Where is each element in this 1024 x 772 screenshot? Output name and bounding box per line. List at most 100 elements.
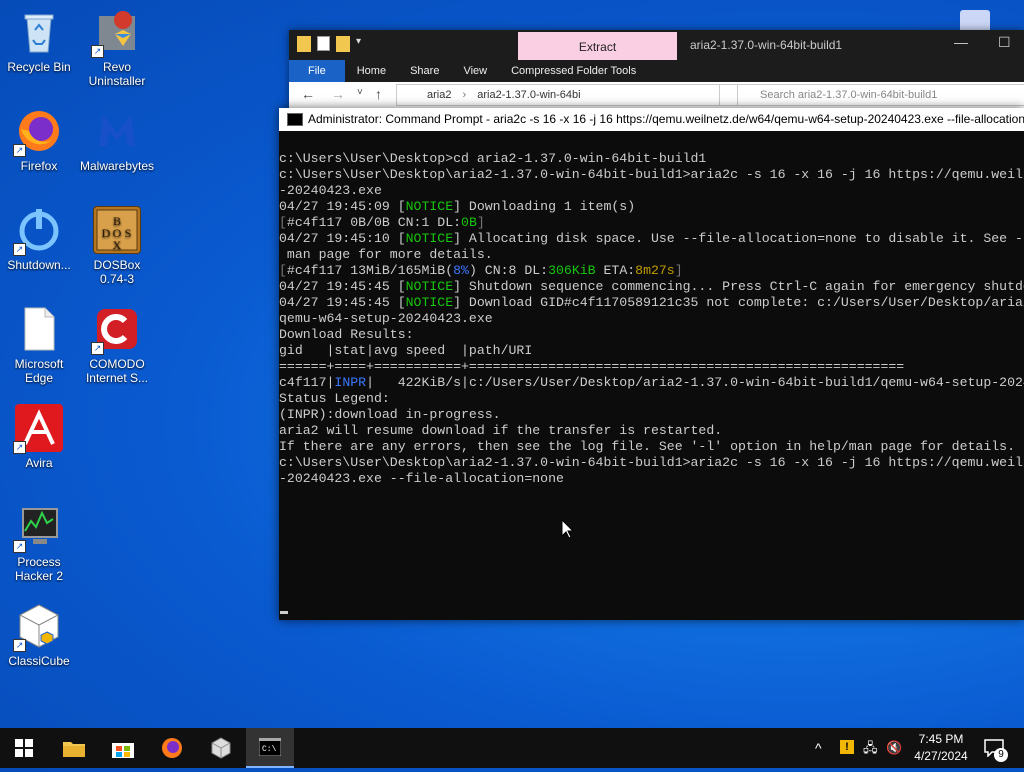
console-line: gid |stat|avg speed |path/URI bbox=[279, 343, 533, 358]
firefox-icon: ↗ bbox=[13, 107, 63, 157]
forward-icon[interactable]: → bbox=[331, 86, 345, 102]
window-title: aria2-1.37.0-win-64bit-build1 bbox=[690, 38, 843, 52]
desktop-icon-process-hacker[interactable]: ↗ Process Hacker 2 bbox=[0, 503, 78, 583]
desktop-icon-classicube[interactable]: ↗ ClassiCube bbox=[0, 602, 78, 668]
volume-muted-icon[interactable]: 🔇 bbox=[886, 728, 902, 768]
shortcut-arrow-icon: ↗ bbox=[91, 342, 104, 355]
tray-chevron-up-icon[interactable]: ^ bbox=[815, 728, 822, 768]
search-box[interactable]: Search aria2-1.37.0-win-64bit-build1 bbox=[719, 84, 1024, 106]
quick-access-toolbar: ▾ bbox=[297, 36, 361, 52]
svg-text:X: X bbox=[113, 238, 122, 252]
desktop-icon-avira[interactable]: ↗ Avira bbox=[0, 404, 78, 470]
address-row: ← → ˅ ↑ aria2 › aria2-1.37.0-win-64bi Se… bbox=[289, 82, 1024, 110]
shortcut-arrow-icon: ↗ bbox=[13, 441, 26, 454]
tab-view[interactable]: View bbox=[451, 60, 499, 82]
taskbar: C:\ ^ ! 🖧 🔇 7:45 PM 4/27/2024 9 bbox=[0, 728, 1024, 768]
address-part-1[interactable]: aria2 bbox=[427, 89, 451, 101]
folder-icon bbox=[63, 742, 85, 757]
new-folder-icon[interactable] bbox=[336, 36, 350, 52]
malwarebytes-icon bbox=[93, 107, 141, 155]
shortcut-arrow-icon: ↗ bbox=[13, 540, 26, 553]
console-line: -20240423.exe --file-allocation=none bbox=[279, 471, 564, 486]
comodo-icon: ↗ bbox=[91, 305, 141, 355]
svg-text:C:\: C:\ bbox=[262, 745, 277, 754]
folder-icon[interactable] bbox=[297, 36, 311, 52]
tab-compressed-folder-tools[interactable]: Compressed Folder Tools bbox=[499, 60, 648, 82]
dosbox-icon: BDOSX bbox=[93, 206, 141, 254]
taskbar-file-explorer[interactable] bbox=[50, 728, 98, 768]
console-line: c:\Users\User\Desktop>cd aria2-1.37.0-wi… bbox=[279, 151, 707, 166]
clock[interactable]: 7:45 PM 4/27/2024 bbox=[908, 728, 974, 772]
tab-file[interactable]: File bbox=[289, 60, 345, 82]
desktop-icon-comodo[interactable]: ↗ COMODO Internet S... bbox=[78, 305, 156, 385]
console-result-row: c4f117|INPR| 422KiB/s|c:/Users/User/Desk… bbox=[279, 375, 1024, 390]
properties-icon[interactable] bbox=[317, 36, 330, 51]
desktop-icon-shutdown[interactable]: ↗ Shutdown... bbox=[0, 206, 78, 272]
taskbar-store[interactable] bbox=[99, 728, 147, 768]
notification-count-badge: 9 bbox=[994, 748, 1008, 762]
console-line-notice: 04/27 19:45:45 [NOTICE] Shutdown sequenc… bbox=[279, 279, 1024, 294]
console-output[interactable]: c:\Users\User\Desktop>cd aria2-1.37.0-wi… bbox=[279, 151, 1024, 487]
clock-date: 4/27/2024 bbox=[914, 749, 968, 763]
ribbon-tabs: File Home Share View Compressed Folder T… bbox=[289, 60, 1024, 82]
console-line: -20240423.exe bbox=[279, 183, 382, 198]
console-line: qemu-w64-setup-20240423.exe bbox=[279, 311, 493, 326]
console-line: If there are any errors, then see the lo… bbox=[279, 439, 1015, 454]
maximize-button[interactable]: ☐ bbox=[998, 34, 1011, 51]
console-line: Status Legend: bbox=[279, 391, 390, 406]
notification-center-button[interactable]: 9 bbox=[984, 728, 1014, 768]
svg-text:S: S bbox=[125, 226, 132, 240]
revo-uninstaller-icon: ↗ bbox=[91, 8, 141, 58]
console-line-notice: 04/27 19:45:09 [NOTICE] Downloading 1 it… bbox=[279, 199, 636, 214]
cube-icon bbox=[211, 737, 231, 759]
shortcut-arrow-icon: ↗ bbox=[13, 144, 26, 157]
console-line: c:\Users\User\Desktop\aria2-1.37.0-win-6… bbox=[279, 167, 1024, 182]
address-bar[interactable]: aria2 › aria2-1.37.0-win-64bi bbox=[396, 84, 738, 106]
shortcut-arrow-icon: ↗ bbox=[91, 45, 104, 58]
minimize-button[interactable]: — bbox=[954, 34, 968, 50]
back-icon[interactable]: ← bbox=[301, 86, 315, 102]
start-button[interactable] bbox=[0, 728, 48, 768]
console-line-notice: 04/27 19:45:10 [NOTICE] Allocating disk … bbox=[279, 231, 1024, 246]
text-cursor bbox=[280, 611, 288, 614]
recent-chevron-icon[interactable]: ˅ bbox=[357, 87, 363, 98]
up-icon[interactable]: ↑ bbox=[375, 86, 382, 102]
desktop-icon-microsoft-edge[interactable]: Microsoft Edge bbox=[0, 305, 78, 385]
explorer-titlebar[interactable]: ▾ Extract aria2-1.37.0-win-64bit-build1 … bbox=[289, 30, 1024, 60]
file-explorer-window[interactable]: ▾ Extract aria2-1.37.0-win-64bit-build1 … bbox=[289, 30, 1024, 110]
desktop-icon-partial[interactable] bbox=[960, 10, 990, 30]
clock-time: 7:45 PM bbox=[918, 732, 964, 746]
windows-logo-icon bbox=[15, 739, 33, 757]
command-prompt-window[interactable]: Administrator: Command Prompt - aria2c -… bbox=[279, 108, 1024, 620]
console-line: aria2 will resume download if the transf… bbox=[279, 423, 723, 438]
cmd-titlebar[interactable]: Administrator: Command Prompt - aria2c -… bbox=[279, 108, 1024, 131]
tab-home[interactable]: Home bbox=[345, 60, 398, 82]
desktop-icon-revo-uninstaller[interactable]: ↗ Revo Uninstaller bbox=[78, 8, 156, 88]
console-line: Download Results: bbox=[279, 327, 414, 342]
tab-extract[interactable]: Extract bbox=[518, 32, 677, 60]
chevron-down-icon[interactable]: ▾ bbox=[356, 36, 361, 52]
taskbar-classicube[interactable] bbox=[197, 728, 245, 768]
cmd-icon: C:\ bbox=[259, 738, 281, 756]
cmd-icon bbox=[287, 113, 303, 126]
taskbar-firefox[interactable] bbox=[148, 728, 196, 768]
network-icon[interactable]: 🖧 bbox=[863, 728, 878, 768]
desktop-icon-malwarebytes[interactable]: Malwarebytes bbox=[78, 107, 156, 173]
store-icon bbox=[112, 743, 134, 758]
blank-file-icon bbox=[15, 305, 63, 353]
svg-text:D: D bbox=[102, 226, 111, 240]
desktop-icon-firefox[interactable]: ↗ Firefox bbox=[0, 107, 78, 173]
console-line: (INPR):download in-progress. bbox=[279, 407, 501, 422]
avira-icon: ↗ bbox=[13, 404, 63, 454]
recycle-bin-icon bbox=[15, 8, 63, 56]
cmd-title: Administrator: Command Prompt - aria2c -… bbox=[308, 112, 1024, 126]
console-line: c:\Users\User\Desktop\aria2-1.37.0-win-6… bbox=[279, 455, 1024, 470]
warning-icon[interactable]: ! bbox=[840, 740, 854, 754]
desktop-icon-recycle-bin[interactable]: Recycle Bin bbox=[0, 8, 78, 74]
tab-share[interactable]: Share bbox=[398, 60, 451, 82]
classicube-icon: ↗ bbox=[13, 602, 63, 652]
desktop-icon-dosbox[interactable]: BDOSX DOSBox 0.74-3 bbox=[78, 206, 156, 286]
process-hacker-icon: ↗ bbox=[13, 503, 63, 553]
taskbar-command-prompt[interactable]: C:\ bbox=[246, 728, 294, 768]
address-part-2[interactable]: aria2-1.37.0-win-64bi bbox=[477, 89, 580, 101]
